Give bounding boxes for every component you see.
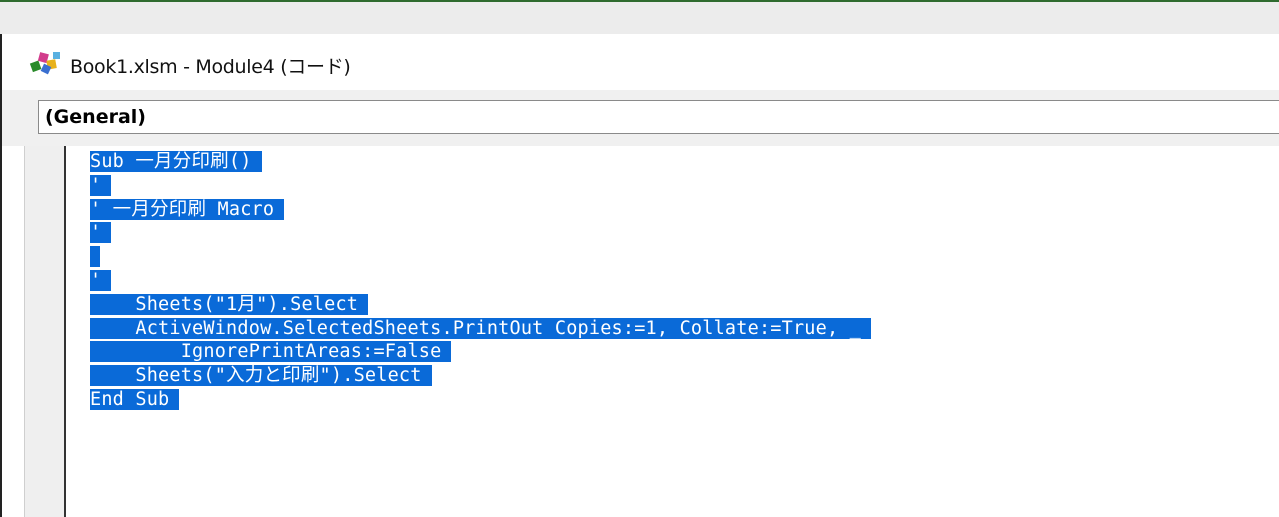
vba-project-icon	[29, 52, 60, 75]
code-line[interactable]: Sheets("入力と印刷").Select	[90, 364, 1270, 388]
selected-code-text: IgnorePrintAreas:=False	[90, 341, 452, 363]
code-line[interactable]: '	[90, 221, 1270, 245]
window-title: Book1.xlsm - Module4 (コード)	[70, 56, 351, 78]
procedure-combo-row: (General)	[2, 90, 1279, 146]
code-line[interactable]: ' 一月分印刷 Macro	[90, 198, 1270, 222]
selected-code-text: ​	[90, 246, 100, 268]
selected-code-text: Sheets("1月").Select	[90, 293, 369, 315]
code-window-title-bar[interactable]: Book1.xlsm - Module4 (コード)	[2, 36, 1279, 90]
selected-code-text: '	[90, 174, 112, 196]
selected-code-text: '	[90, 222, 112, 244]
code-line[interactable]: IgnorePrintAreas:=False	[90, 340, 1270, 364]
code-line[interactable]: '	[90, 269, 1270, 293]
selected-code-text: End Sub	[90, 388, 180, 410]
code-editor[interactable]: Sub 一月分印刷() ' ' 一月分印刷 Macro ' ​ ' Sheets…	[2, 146, 1279, 517]
object-dropdown-value: (General)	[45, 106, 146, 128]
margin-indicator-bar[interactable]	[24, 146, 66, 517]
selected-code-text: ' 一月分印刷 Macro	[90, 198, 285, 220]
selected-code-text: Sheets("入力と印刷").Select	[90, 365, 432, 387]
code-line[interactable]: ActiveWindow.SelectedSheets.PrintOut Cop…	[90, 317, 1270, 341]
selected-code-text: '	[90, 269, 112, 291]
code-line[interactable]: Sub 一月分印刷()	[90, 150, 1270, 174]
selected-code-text: ActiveWindow.SelectedSheets.PrintOut Cop…	[90, 317, 871, 339]
top-strip	[0, 0, 1279, 36]
code-line[interactable]: ​	[90, 245, 1270, 269]
code-area[interactable]: Sub 一月分印刷() ' ' 一月分印刷 Macro ' ​ ' Sheets…	[90, 150, 1270, 412]
code-line[interactable]: Sheets("1月").Select	[90, 293, 1270, 317]
code-line[interactable]: '	[90, 174, 1270, 198]
object-dropdown[interactable]: (General)	[38, 100, 1279, 134]
code-line[interactable]: End Sub	[90, 388, 1270, 412]
selected-code-text: Sub 一月分印刷()	[90, 151, 262, 172]
